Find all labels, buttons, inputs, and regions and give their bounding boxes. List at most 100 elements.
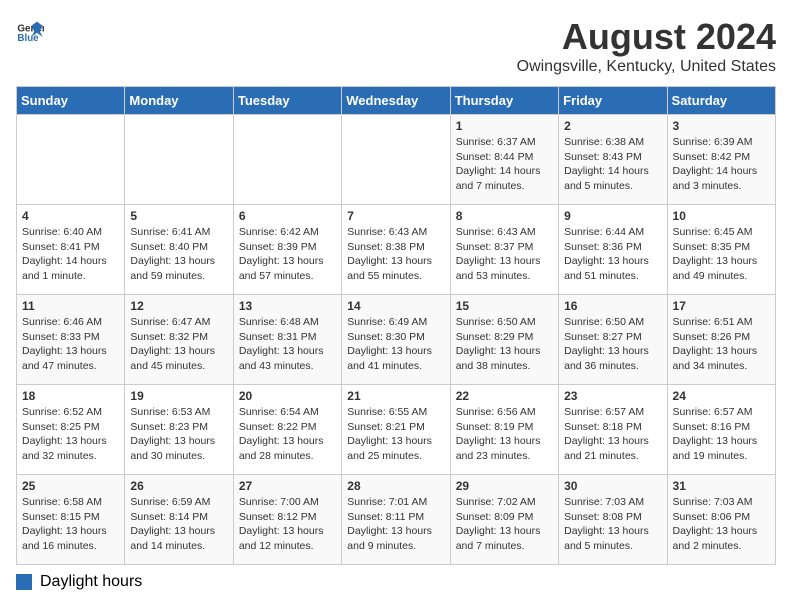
calendar-week-row: 4 Sunrise: 6:40 AMSunset: 8:41 PMDaylight…	[17, 205, 776, 295]
calendar-day-cell: 22 Sunrise: 6:56 AMSunset: 8:19 PMDayligh…	[450, 385, 558, 475]
calendar-day-cell: 4 Sunrise: 6:40 AMSunset: 8:41 PMDaylight…	[17, 205, 125, 295]
calendar-day-cell: 27 Sunrise: 7:00 AMSunset: 8:12 PMDayligh…	[233, 475, 341, 565]
legend-label: Daylight hours	[40, 573, 142, 591]
day-number: 13	[239, 299, 336, 313]
day-number: 16	[564, 299, 661, 313]
day-info: Sunrise: 7:03 AMSunset: 8:08 PMDaylight:…	[564, 495, 661, 554]
day-info: Sunrise: 6:40 AMSunset: 8:41 PMDaylight:…	[22, 225, 119, 284]
calendar-day-cell: 28 Sunrise: 7:01 AMSunset: 8:11 PMDayligh…	[342, 475, 450, 565]
day-number: 7	[347, 209, 444, 223]
calendar-header-row: SundayMondayTuesdayWednesdayThursdayFrid…	[17, 87, 776, 115]
calendar-day-cell: 30 Sunrise: 7:03 AMSunset: 8:08 PMDayligh…	[559, 475, 667, 565]
day-info: Sunrise: 7:03 AMSunset: 8:06 PMDaylight:…	[673, 495, 770, 554]
day-info: Sunrise: 6:50 AMSunset: 8:27 PMDaylight:…	[564, 315, 661, 374]
calendar-day-cell: 6Sunrise: 6:42 AMSunset: 8:39 PMDaylight…	[233, 205, 341, 295]
svg-text:Blue: Blue	[17, 33, 39, 44]
calendar-day-header: Monday	[125, 87, 233, 115]
day-info: Sunrise: 6:39 AMSunset: 8:42 PMDaylight:…	[673, 135, 770, 194]
calendar-table: SundayMondayTuesdayWednesdayThursdayFrid…	[16, 86, 776, 565]
calendar-day-cell: 26 Sunrise: 6:59 AMSunset: 8:14 PMDayligh…	[125, 475, 233, 565]
title-block: August 2024 Owingsville, Kentucky, Unite…	[517, 16, 776, 76]
calendar-day-header: Thursday	[450, 87, 558, 115]
calendar-day-header: Tuesday	[233, 87, 341, 115]
day-number: 14	[347, 299, 444, 313]
calendar-day-cell: 24 Sunrise: 6:57 AMSunset: 8:16 PMDayligh…	[667, 385, 775, 475]
calendar-day-cell: 9Sunrise: 6:44 AMSunset: 8:36 PMDaylight…	[559, 205, 667, 295]
subtitle: Owingsville, Kentucky, United States	[517, 58, 776, 76]
calendar-day-cell: 31 Sunrise: 7:03 AMSunset: 8:06 PMDayligh…	[667, 475, 775, 565]
day-info: Sunrise: 6:53 AMSunset: 8:23 PMDaylight:…	[130, 405, 227, 464]
day-number: 8	[456, 209, 553, 223]
day-info: Sunrise: 6:58 AMSunset: 8:15 PMDaylight:…	[22, 495, 119, 554]
day-info: Sunrise: 7:00 AMSunset: 8:12 PMDaylight:…	[239, 495, 336, 554]
calendar-week-row: 25 Sunrise: 6:58 AMSunset: 8:15 PMDayligh…	[17, 475, 776, 565]
day-number: 19	[130, 389, 227, 403]
day-number: 27	[239, 479, 336, 493]
day-number: 18	[22, 389, 119, 403]
day-info: Sunrise: 7:01 AMSunset: 8:11 PMDaylight:…	[347, 495, 444, 554]
day-number: 5	[130, 209, 227, 223]
day-info: Sunrise: 6:54 AMSunset: 8:22 PMDaylight:…	[239, 405, 336, 464]
day-number: 22	[456, 389, 553, 403]
day-number: 4	[22, 209, 119, 223]
day-number: 25	[22, 479, 119, 493]
calendar-day-cell: 7Sunrise: 6:43 AMSunset: 8:38 PMDaylight…	[342, 205, 450, 295]
calendar-day-header: Sunday	[17, 87, 125, 115]
day-info: Sunrise: 6:57 AMSunset: 8:16 PMDaylight:…	[673, 405, 770, 464]
calendar-day-cell: 15Sunrise: 6:50 AMSunset: 8:29 PMDayligh…	[450, 295, 558, 385]
day-number: 26	[130, 479, 227, 493]
main-title: August 2024	[517, 16, 776, 58]
calendar-day-cell	[17, 115, 125, 205]
day-number: 12	[130, 299, 227, 313]
calendar-day-cell: 2Sunrise: 6:38 AMSunset: 8:43 PMDaylight…	[559, 115, 667, 205]
calendar-week-row: 11Sunrise: 6:46 AMSunset: 8:33 PMDayligh…	[17, 295, 776, 385]
day-number: 1	[456, 119, 553, 133]
day-number: 29	[456, 479, 553, 493]
day-info: Sunrise: 6:52 AMSunset: 8:25 PMDaylight:…	[22, 405, 119, 464]
calendar-day-cell: 13 Sunrise: 6:48 AMSunset: 8:31 PMDayligh…	[233, 295, 341, 385]
day-info: Sunrise: 6:55 AMSunset: 8:21 PMDaylight:…	[347, 405, 444, 464]
day-info: Sunrise: 6:37 AMSunset: 8:44 PMDaylight:…	[456, 135, 553, 194]
day-info: Sunrise: 7:02 AMSunset: 8:09 PMDaylight:…	[456, 495, 553, 554]
day-number: 10	[673, 209, 770, 223]
day-number: 17	[673, 299, 770, 313]
calendar-day-header: Friday	[559, 87, 667, 115]
calendar-day-cell: 3Sunrise: 6:39 AMSunset: 8:42 PMDaylight…	[667, 115, 775, 205]
day-number: 30	[564, 479, 661, 493]
calendar-day-cell: 18 Sunrise: 6:52 AMSunset: 8:25 PMDayligh…	[17, 385, 125, 475]
calendar-day-cell: 20Sunrise: 6:54 AMSunset: 8:22 PMDayligh…	[233, 385, 341, 475]
day-info: Sunrise: 6:59 AMSunset: 8:14 PMDaylight:…	[130, 495, 227, 554]
calendar-day-header: Saturday	[667, 87, 775, 115]
day-number: 28	[347, 479, 444, 493]
day-number: 24	[673, 389, 770, 403]
calendar-day-cell	[233, 115, 341, 205]
legend-color	[16, 574, 32, 590]
logo: General Blue	[16, 16, 44, 44]
day-number: 2	[564, 119, 661, 133]
day-number: 21	[347, 389, 444, 403]
day-info: Sunrise: 6:48 AMSunset: 8:31 PMDaylight:…	[239, 315, 336, 374]
calendar-day-cell: 19 Sunrise: 6:53 AMSunset: 8:23 PMDayligh…	[125, 385, 233, 475]
legend: Daylight hours	[16, 573, 776, 591]
day-info: Sunrise: 6:41 AMSunset: 8:40 PMDaylight:…	[130, 225, 227, 284]
page-header: General Blue August 2024 Owingsville, Ke…	[16, 16, 776, 76]
day-info: Sunrise: 6:45 AMSunset: 8:35 PMDaylight:…	[673, 225, 770, 284]
day-number: 31	[673, 479, 770, 493]
calendar-day-cell: 16 Sunrise: 6:50 AMSunset: 8:27 PMDayligh…	[559, 295, 667, 385]
calendar-day-cell: 29 Sunrise: 7:02 AMSunset: 8:09 PMDayligh…	[450, 475, 558, 565]
calendar-day-cell: 8 Sunrise: 6:43 AMSunset: 8:37 PMDaylight…	[450, 205, 558, 295]
day-number: 9	[564, 209, 661, 223]
calendar-day-cell	[342, 115, 450, 205]
calendar-day-cell: 14 Sunrise: 6:49 AMSunset: 8:30 PMDayligh…	[342, 295, 450, 385]
calendar-day-cell: 1 Sunrise: 6:37 AMSunset: 8:44 PMDaylight…	[450, 115, 558, 205]
day-info: Sunrise: 6:50 AMSunset: 8:29 PMDaylight:…	[456, 315, 553, 374]
calendar-day-cell: 23Sunrise: 6:57 AMSunset: 8:18 PMDayligh…	[559, 385, 667, 475]
day-info: Sunrise: 6:43 AMSunset: 8:37 PMDaylight:…	[456, 225, 553, 284]
calendar-day-cell: 17 Sunrise: 6:51 AMSunset: 8:26 PMDayligh…	[667, 295, 775, 385]
day-info: Sunrise: 6:49 AMSunset: 8:30 PMDaylight:…	[347, 315, 444, 374]
calendar-day-cell: 5 Sunrise: 6:41 AMSunset: 8:40 PMDaylight…	[125, 205, 233, 295]
day-number: 23	[564, 389, 661, 403]
day-info: Sunrise: 6:51 AMSunset: 8:26 PMDaylight:…	[673, 315, 770, 374]
day-info: Sunrise: 6:56 AMSunset: 8:19 PMDaylight:…	[456, 405, 553, 464]
calendar-week-row: 1 Sunrise: 6:37 AMSunset: 8:44 PMDaylight…	[17, 115, 776, 205]
